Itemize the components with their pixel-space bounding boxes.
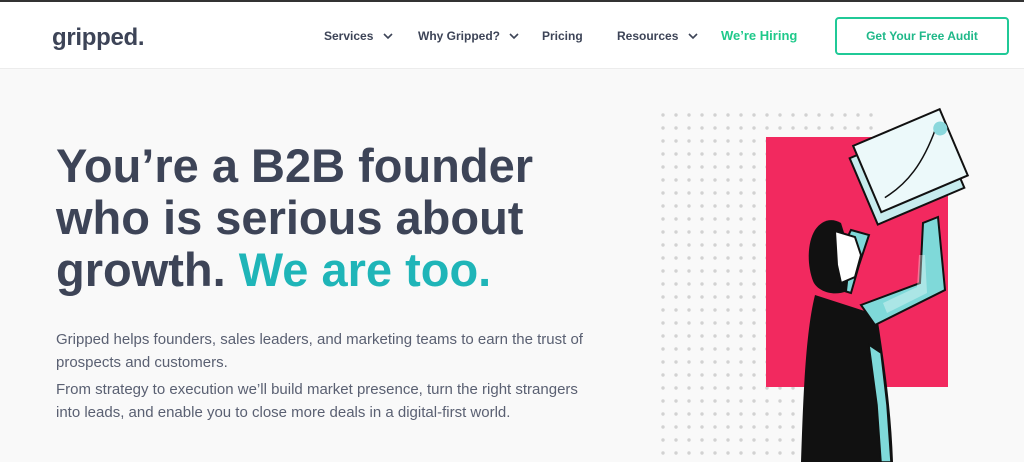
hero-illustration bbox=[655, 105, 970, 462]
hero-paragraph-1: Gripped helps founders, sales leaders, a… bbox=[56, 331, 583, 371]
chevron-down-icon bbox=[509, 33, 519, 40]
gripped-logo[interactable]: gripped. bbox=[52, 24, 145, 52]
hero-headline: You’re a B2B founder who is serious abou… bbox=[56, 140, 636, 296]
headline-line-2: who is serious about bbox=[56, 191, 524, 244]
nav-services-label: Services bbox=[324, 29, 374, 43]
site-header: gripped. Services Why Gripped? Pricing R… bbox=[0, 2, 1024, 69]
headline-accent: We are too. bbox=[238, 243, 492, 296]
chevron-down-icon bbox=[383, 33, 393, 40]
free-audit-button[interactable]: Get Your Free Audit bbox=[835, 17, 1009, 55]
nav-why-gripped[interactable]: Why Gripped? bbox=[418, 29, 519, 43]
nav-pricing[interactable]: Pricing bbox=[542, 29, 583, 43]
nav-pricing-label: Pricing bbox=[542, 29, 583, 43]
headline-line-1: You’re a B2B founder bbox=[56, 139, 534, 192]
nav-services[interactable]: Services bbox=[324, 29, 393, 43]
nav-resources[interactable]: Resources bbox=[617, 29, 698, 43]
nav-resources-label: Resources bbox=[617, 29, 679, 43]
chevron-down-icon bbox=[688, 33, 698, 40]
nav-why-gripped-label: Why Gripped? bbox=[418, 29, 500, 43]
hero-paragraph-2: From strategy to execution we’ll build m… bbox=[56, 381, 578, 421]
headline-line-3: growth. bbox=[56, 243, 226, 296]
nav-hiring-link[interactable]: We’re Hiring bbox=[721, 28, 797, 43]
